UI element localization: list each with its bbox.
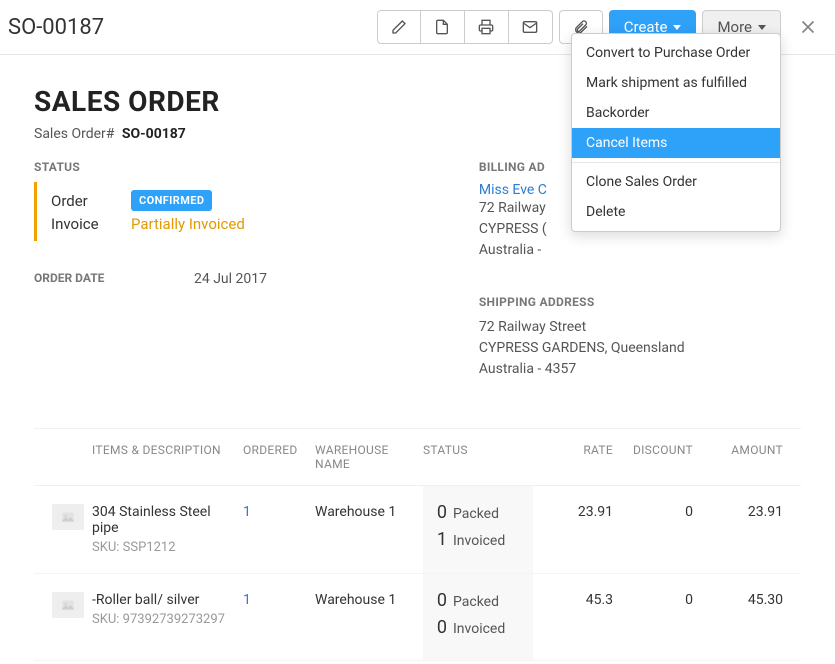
close-icon	[797, 16, 819, 38]
shipping-line: 72 Railway Street	[479, 317, 801, 338]
table-row: -Roller ball/ silver SKU: 97392739273297…	[34, 574, 801, 661]
table-row: 304 Stainless Steel pipe SKU: SSP1212 1 …	[34, 486, 801, 574]
status-block: Order CONFIRMED Invoice Partially Invoic…	[34, 182, 479, 241]
menu-item-convert-po[interactable]: Convert to Purchase Order	[572, 38, 780, 68]
warehouse-name: Warehouse 1	[315, 504, 423, 520]
order-date-row: ORDER DATE 24 Jul 2017	[34, 271, 479, 287]
shipping-line: Australia - 4357	[479, 359, 801, 380]
col-amount: AMOUNT	[693, 443, 783, 471]
status-row-order: Order CONFIRMED	[51, 190, 479, 211]
content: Convert to Purchase Order Mark shipment …	[0, 55, 835, 661]
page-so-number: SO-00187	[8, 15, 104, 40]
invoiced-label: Invoiced	[453, 533, 505, 549]
status-badge: CONFIRMED	[131, 190, 212, 211]
pdf-icon	[434, 19, 450, 35]
packed-count: 0	[433, 590, 447, 611]
menu-item-cancel-items[interactable]: Cancel Items	[572, 128, 780, 158]
invoiced-count: 0	[433, 617, 447, 638]
menu-item-delete[interactable]: Delete	[572, 197, 780, 227]
so-line-value: SO-00187	[122, 126, 186, 142]
status-row-label: Order	[51, 192, 131, 210]
invoiced-count: 1	[433, 529, 447, 550]
pencil-icon	[391, 19, 407, 35]
close-button[interactable]	[797, 16, 819, 38]
shipping-section-label: SHIPPING ADDRESS	[479, 295, 801, 309]
billing-line: Australia -	[479, 240, 801, 261]
ordered-qty[interactable]: 1	[243, 504, 251, 520]
menu-divider	[572, 162, 780, 163]
status-row-invoice: Invoice Partially Invoiced	[51, 215, 479, 233]
print-button[interactable]	[465, 10, 509, 44]
items-table: ITEMS & DESCRIPTION ORDERED WAREHOUSE NA…	[34, 428, 801, 661]
item-thumbnail	[52, 592, 84, 618]
item-sku: SKU: SSP1212	[92, 540, 237, 555]
rate-value: 23.91	[533, 504, 613, 520]
action-icon-group	[377, 10, 553, 44]
discount-value: 0	[613, 504, 693, 520]
order-date-label: ORDER DATE	[34, 271, 194, 287]
col-warehouse: WAREHOUSE NAME	[315, 443, 423, 471]
menu-item-backorder[interactable]: Backorder	[572, 98, 780, 128]
amount-value: 45.30	[693, 592, 783, 608]
col-status: STATUS	[423, 443, 533, 471]
order-date-value: 24 Jul 2017	[194, 271, 267, 287]
more-dropdown: Convert to Purchase Order Mark shipment …	[571, 33, 781, 232]
status-section-label: STATUS	[34, 160, 479, 174]
chevron-down-icon	[758, 25, 766, 30]
col-items: ITEMS & DESCRIPTION	[92, 443, 243, 471]
chevron-down-icon	[673, 25, 681, 30]
item-name: 304 Stainless Steel pipe	[92, 504, 237, 536]
warehouse-name: Warehouse 1	[315, 592, 423, 608]
ordered-qty[interactable]: 1	[243, 592, 251, 608]
packed-label: Packed	[453, 506, 499, 522]
col-rate: RATE	[533, 443, 613, 471]
item-sku: SKU: 97392739273297	[92, 612, 237, 627]
rate-value: 45.3	[533, 592, 613, 608]
item-thumbnail	[52, 504, 84, 530]
printer-icon	[478, 19, 494, 35]
packed-count: 0	[433, 502, 447, 523]
pdf-button[interactable]	[421, 10, 465, 44]
packed-label: Packed	[453, 594, 499, 610]
image-icon	[59, 510, 77, 524]
col-ordered: ORDERED	[243, 443, 315, 471]
shipping-line: CYPRESS GARDENS, Queensland	[479, 338, 801, 359]
status-value: Partially Invoiced	[131, 215, 245, 233]
edit-button[interactable]	[377, 10, 421, 44]
menu-item-mark-fulfilled[interactable]: Mark shipment as fulfilled	[572, 68, 780, 98]
amount-value: 23.91	[693, 504, 783, 520]
invoiced-label: Invoiced	[453, 621, 505, 637]
item-name: -Roller ball/ silver	[92, 592, 237, 608]
email-button[interactable]	[509, 10, 553, 44]
so-line-label: Sales Order#	[34, 126, 114, 142]
image-icon	[59, 598, 77, 612]
col-discount: DISCOUNT	[613, 443, 693, 471]
discount-value: 0	[613, 592, 693, 608]
status-row-label: Invoice	[51, 215, 131, 233]
menu-item-clone[interactable]: Clone Sales Order	[572, 167, 780, 197]
table-header: ITEMS & DESCRIPTION ORDERED WAREHOUSE NA…	[34, 428, 801, 486]
mail-icon	[522, 19, 538, 35]
